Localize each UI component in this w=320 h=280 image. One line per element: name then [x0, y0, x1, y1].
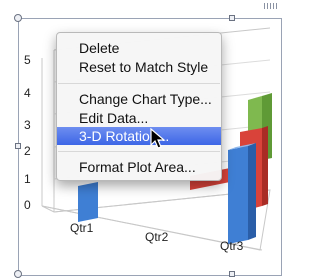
y-tick-label: 5 — [24, 53, 31, 67]
x-tick-label: Qtr1 — [70, 221, 94, 235]
y-tick-label: 4 — [24, 86, 31, 100]
context-menu: Delete Reset to Match Style Change Chart… — [56, 32, 222, 181]
menu-item-reset-to-match-style[interactable]: Reset to Match Style — [57, 58, 221, 76]
y-tick-label: 1 — [24, 172, 31, 186]
menu-separator — [58, 151, 220, 152]
x-tick-label: Qtr3 — [220, 239, 244, 253]
y-tick-label: 3 — [24, 118, 31, 132]
x-tick-label: Qtr2 — [145, 230, 169, 244]
menu-item-3d-rotation[interactable]: 3-D Rotation... — [57, 127, 221, 145]
y-tick-label: 2 — [24, 144, 31, 158]
menu-item-change-chart-type[interactable]: Change Chart Type... — [57, 90, 221, 108]
menu-item-delete[interactable]: Delete — [57, 39, 221, 57]
menu-separator — [58, 83, 220, 84]
bar-blue-qtr1 — [78, 182, 98, 222]
menu-item-edit-data[interactable]: Edit Data... — [57, 109, 221, 127]
menu-item-format-plot-area[interactable]: Format Plot Area... — [57, 158, 221, 176]
mouse-pointer-icon — [150, 128, 166, 149]
bar-blue-qtr2 — [228, 143, 256, 244]
y-tick-label: 0 — [24, 198, 31, 212]
